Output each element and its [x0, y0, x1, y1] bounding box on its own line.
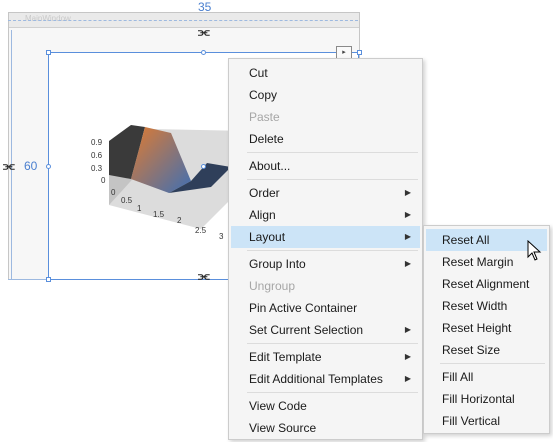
menu-item-pin-active-container[interactable]: Pin Active Container — [231, 297, 420, 319]
submenu-arrow-icon: ▶ — [404, 325, 411, 334]
left-margin-guide — [11, 30, 12, 280]
menu-item-ungroup[interactable]: Ungroup — [231, 275, 420, 297]
menu-item-label: Group Into — [249, 257, 306, 271]
menu-item-copy[interactable]: Copy — [231, 84, 420, 106]
menu-item-group-into[interactable]: Group Into ▶ — [231, 253, 420, 275]
submenu-item-reset-alignment[interactable]: Reset Alignment — [426, 273, 547, 295]
submenu-arrow-icon: ▶ — [404, 259, 411, 268]
x-tick-label: 2.5 — [195, 226, 207, 235]
menu-item-label: Set Current Selection — [249, 323, 364, 337]
bottom-margin-guide — [8, 279, 48, 280]
x-tick-label: 3 — [219, 232, 224, 241]
menu-item-label: Align — [249, 208, 276, 222]
menu-separator — [247, 343, 418, 344]
submenu-arrow-icon: ▶ — [404, 210, 411, 219]
mouse-cursor-icon — [527, 240, 542, 261]
menu-item-set-current-selection[interactable]: Set Current Selection ▶ — [231, 319, 420, 341]
z-tick-label: 0.3 — [91, 164, 103, 173]
z-tick-label: 0 — [101, 176, 106, 185]
menu-separator — [247, 152, 418, 153]
menu-separator — [247, 392, 418, 393]
menu-item-label: Ungroup — [249, 279, 296, 293]
menu-item-label: Fill All — [442, 370, 474, 384]
x-tick-label: 1 — [137, 204, 142, 213]
z-tick-label: 0.6 — [91, 151, 103, 160]
menu-item-label: Reset Alignment — [442, 277, 530, 291]
menu-item-edit-additional-templates[interactable]: Edit Additional Templates ▶ — [231, 368, 420, 390]
submenu-arrow-icon: ▶ — [404, 374, 411, 383]
top-margin-guide — [8, 20, 358, 21]
left-anchor-icon[interactable]: ⫘ — [3, 158, 15, 174]
menu-item-label: About... — [249, 159, 291, 173]
x-tick-label: 2 — [177, 216, 182, 225]
menu-item-label: Fill Vertical — [442, 414, 501, 428]
menu-item-label: Reset Margin — [442, 255, 514, 269]
menu-item-label: Copy — [249, 88, 278, 102]
menu-item-label: Layout — [249, 230, 286, 244]
submenu-item-reset-size[interactable]: Reset Size — [426, 339, 547, 361]
menu-item-label: View Code — [249, 399, 307, 413]
submenu-arrow-icon: ▶ — [404, 232, 411, 241]
surface-chart: 0.9 0.6 0.3 0 0 0.5 1 1.5 2 2.5 3 — [91, 125, 249, 241]
center-handle[interactable] — [201, 164, 206, 169]
menu-item-label: Paste — [249, 110, 280, 124]
menu-item-label: Pin Active Container — [249, 301, 358, 315]
submenu-item-reset-width[interactable]: Reset Width — [426, 295, 547, 317]
submenu-item-fill-vertical[interactable]: Fill Vertical — [426, 410, 547, 432]
menu-item-order[interactable]: Order ▶ — [231, 182, 420, 204]
x-tick-label: 1.5 — [153, 210, 165, 219]
menu-item-paste[interactable]: Paste — [231, 106, 420, 128]
left-margin-value[interactable]: 60 — [24, 159, 37, 173]
resize-handle-left[interactable] — [46, 164, 51, 169]
menu-item-label: Fill Horizontal — [442, 392, 515, 406]
menu-item-delete[interactable]: Delete — [231, 128, 420, 150]
x-tick-label: 0 — [111, 188, 116, 197]
top-margin-value[interactable]: 35 — [198, 0, 211, 14]
menu-item-label: Cut — [249, 66, 268, 80]
menu-item-label: Reset All — [442, 233, 490, 247]
context-menu: Cut Copy Paste Delete About... Order ▶ Al… — [228, 58, 423, 440]
menu-item-cut[interactable]: Cut — [231, 62, 420, 84]
submenu-item-fill-all[interactable]: Fill All — [426, 366, 547, 388]
submenu-item-fill-horizontal[interactable]: Fill Horizontal — [426, 388, 547, 410]
menu-item-align[interactable]: Align ▶ — [231, 204, 420, 226]
menu-item-about[interactable]: About... — [231, 155, 420, 177]
submenu-arrow-icon: ▶ — [404, 352, 411, 361]
resize-handle-top[interactable] — [201, 50, 206, 55]
menu-item-label: Edit Additional Templates — [249, 372, 383, 386]
x-tick-label: 0.5 — [121, 196, 133, 205]
submenu-arrow-icon: ▶ — [404, 188, 411, 197]
menu-separator — [247, 250, 418, 251]
menu-item-label: Reset Height — [442, 321, 512, 335]
menu-item-label: Reset Width — [442, 299, 508, 313]
resize-handle-top-right[interactable] — [357, 50, 362, 55]
menu-separator — [247, 179, 418, 180]
resize-handle-top-left[interactable] — [46, 50, 51, 55]
menu-item-label: View Source — [249, 421, 317, 435]
resize-handle-bottom-left[interactable] — [46, 277, 51, 282]
menu-item-label: Delete — [249, 132, 284, 146]
top-anchor-icon[interactable]: ⫘ — [198, 24, 210, 40]
menu-item-label: Order — [249, 186, 280, 200]
menu-item-view-source[interactable]: View Source — [231, 417, 420, 439]
window-title: MainWindow — [25, 14, 71, 23]
bottom-anchor-icon[interactable]: ⫘ — [198, 268, 210, 284]
submenu-item-reset-height[interactable]: Reset Height — [426, 317, 547, 339]
menu-item-label: Reset Size — [442, 343, 501, 357]
menu-item-view-code[interactable]: View Code — [231, 395, 420, 417]
menu-separator — [440, 363, 545, 364]
menu-item-label: Edit Template — [249, 350, 322, 364]
z-tick-label: 0.9 — [91, 138, 103, 147]
menu-item-layout[interactable]: Layout ▶ — [231, 226, 420, 248]
menu-item-edit-template[interactable]: Edit Template ▶ — [231, 346, 420, 368]
